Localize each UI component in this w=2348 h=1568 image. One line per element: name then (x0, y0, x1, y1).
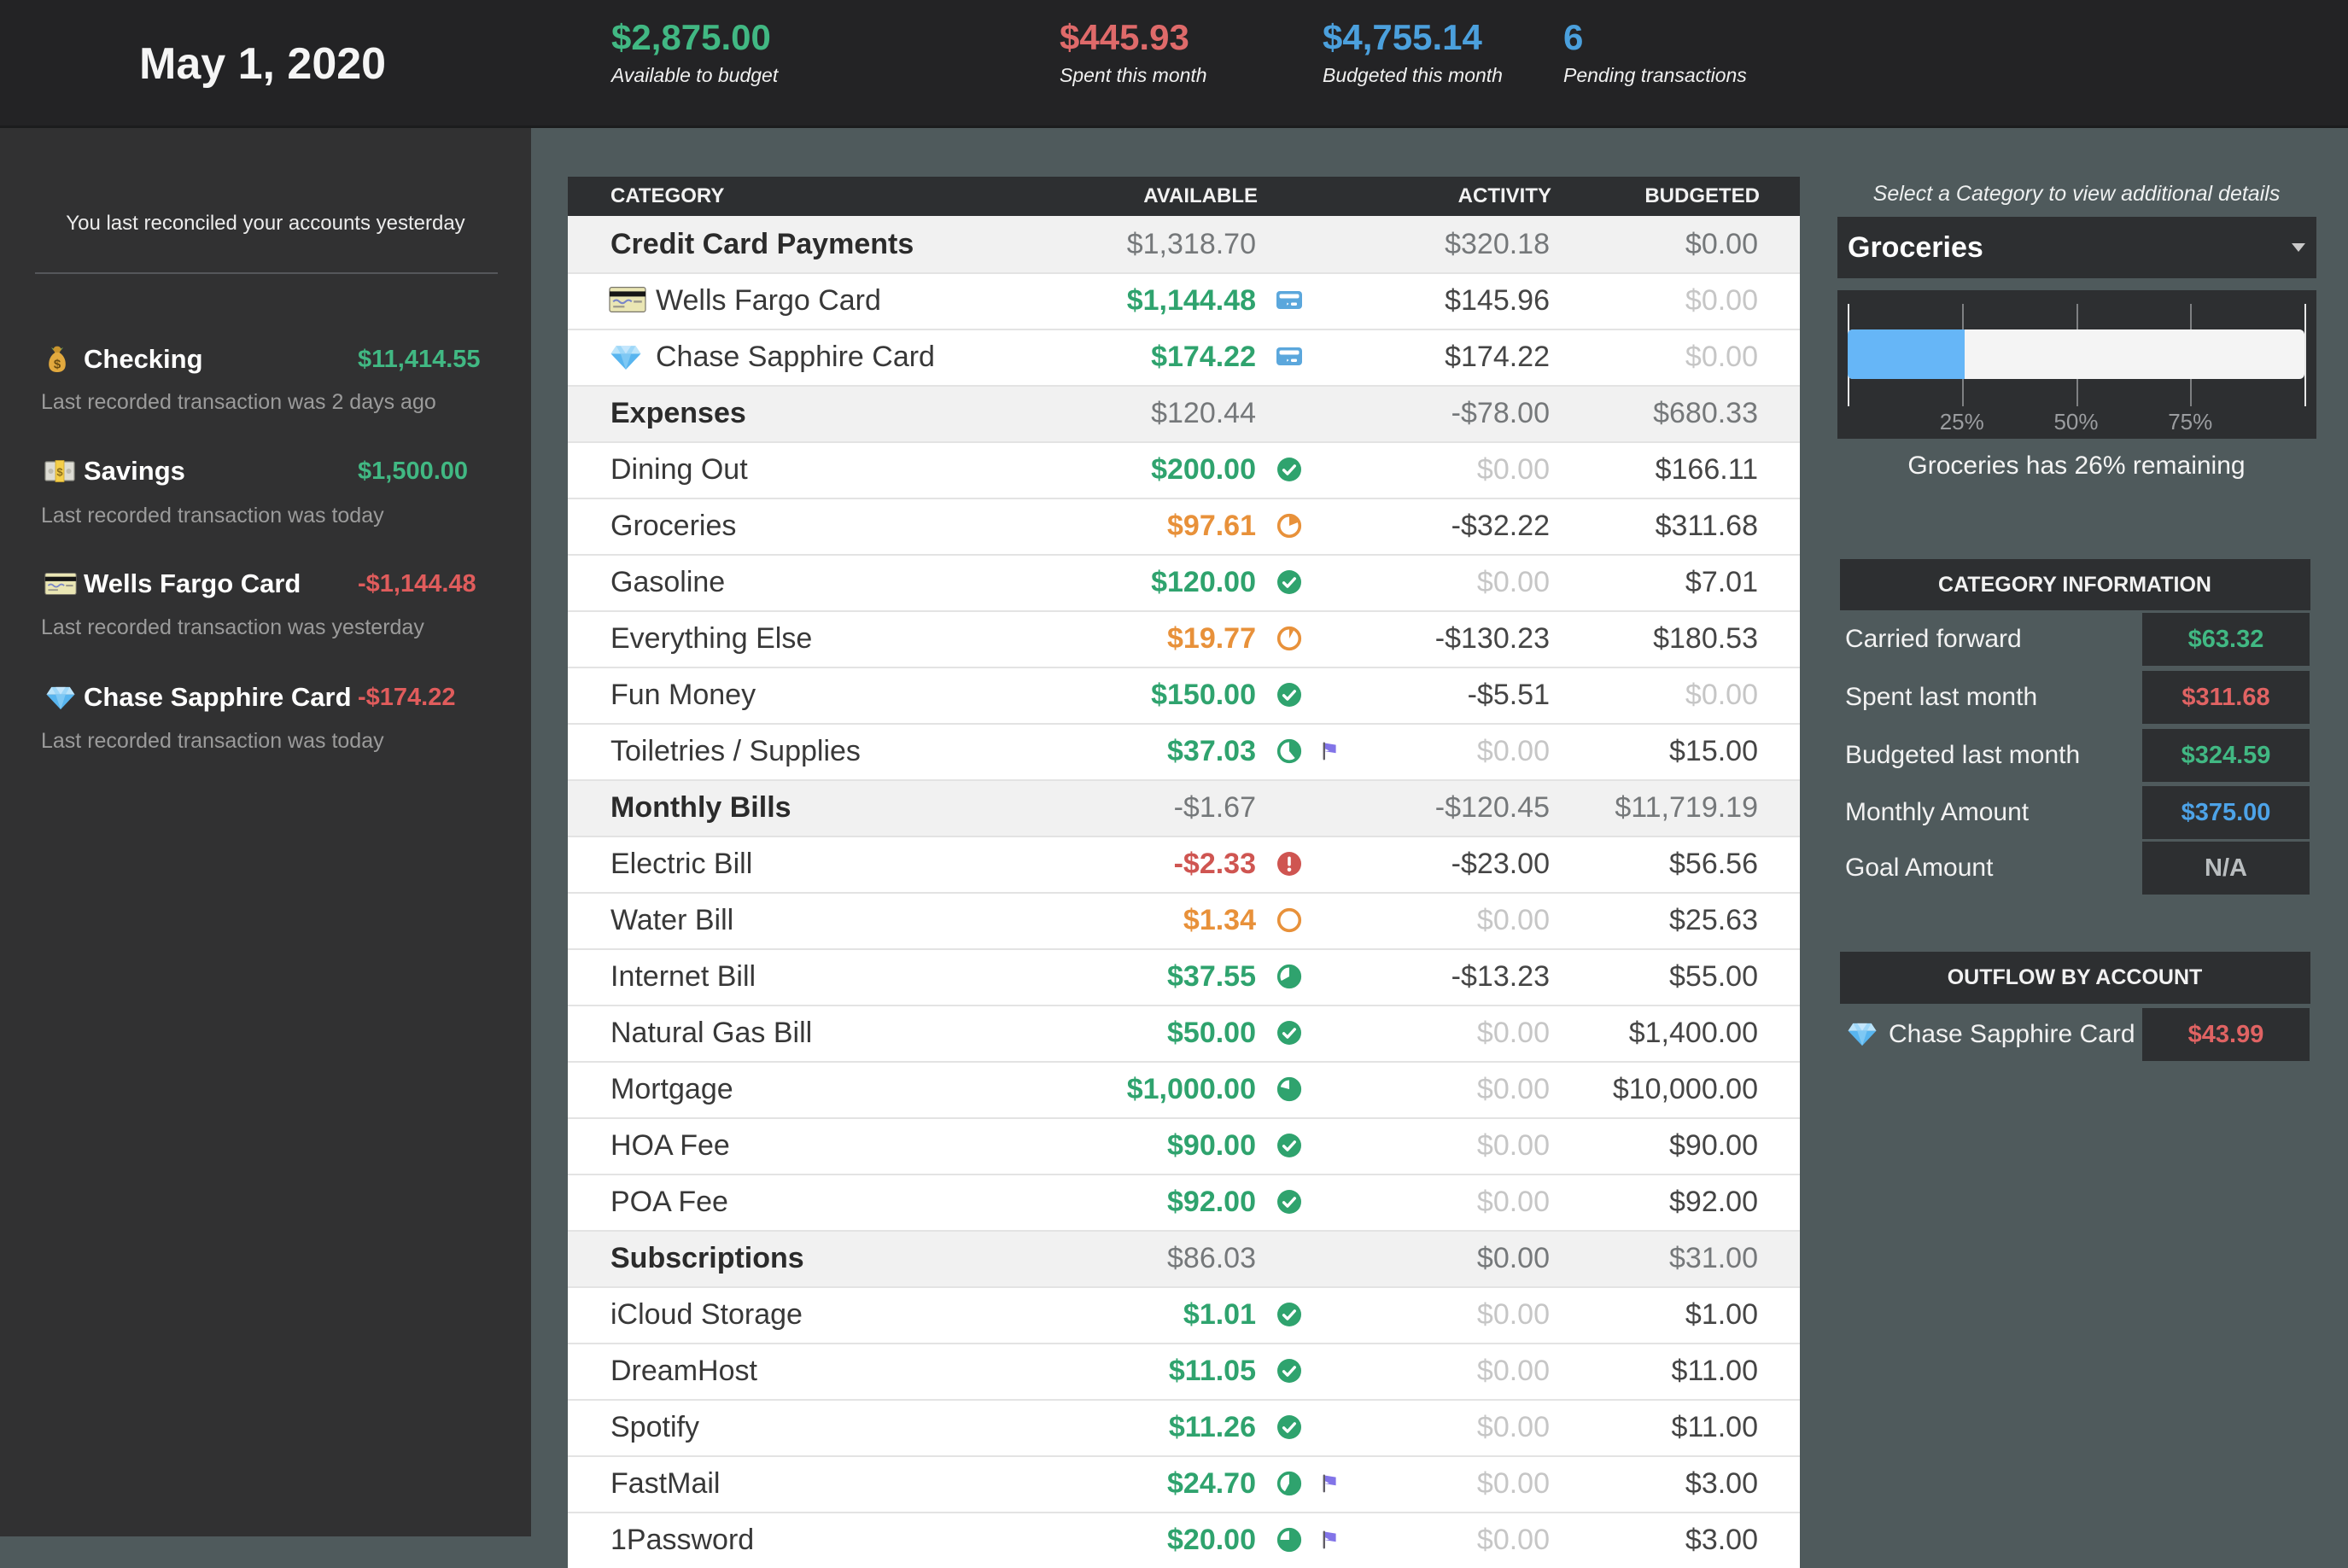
svg-text:$: $ (54, 358, 61, 372)
svg-text:$: $ (56, 466, 63, 479)
